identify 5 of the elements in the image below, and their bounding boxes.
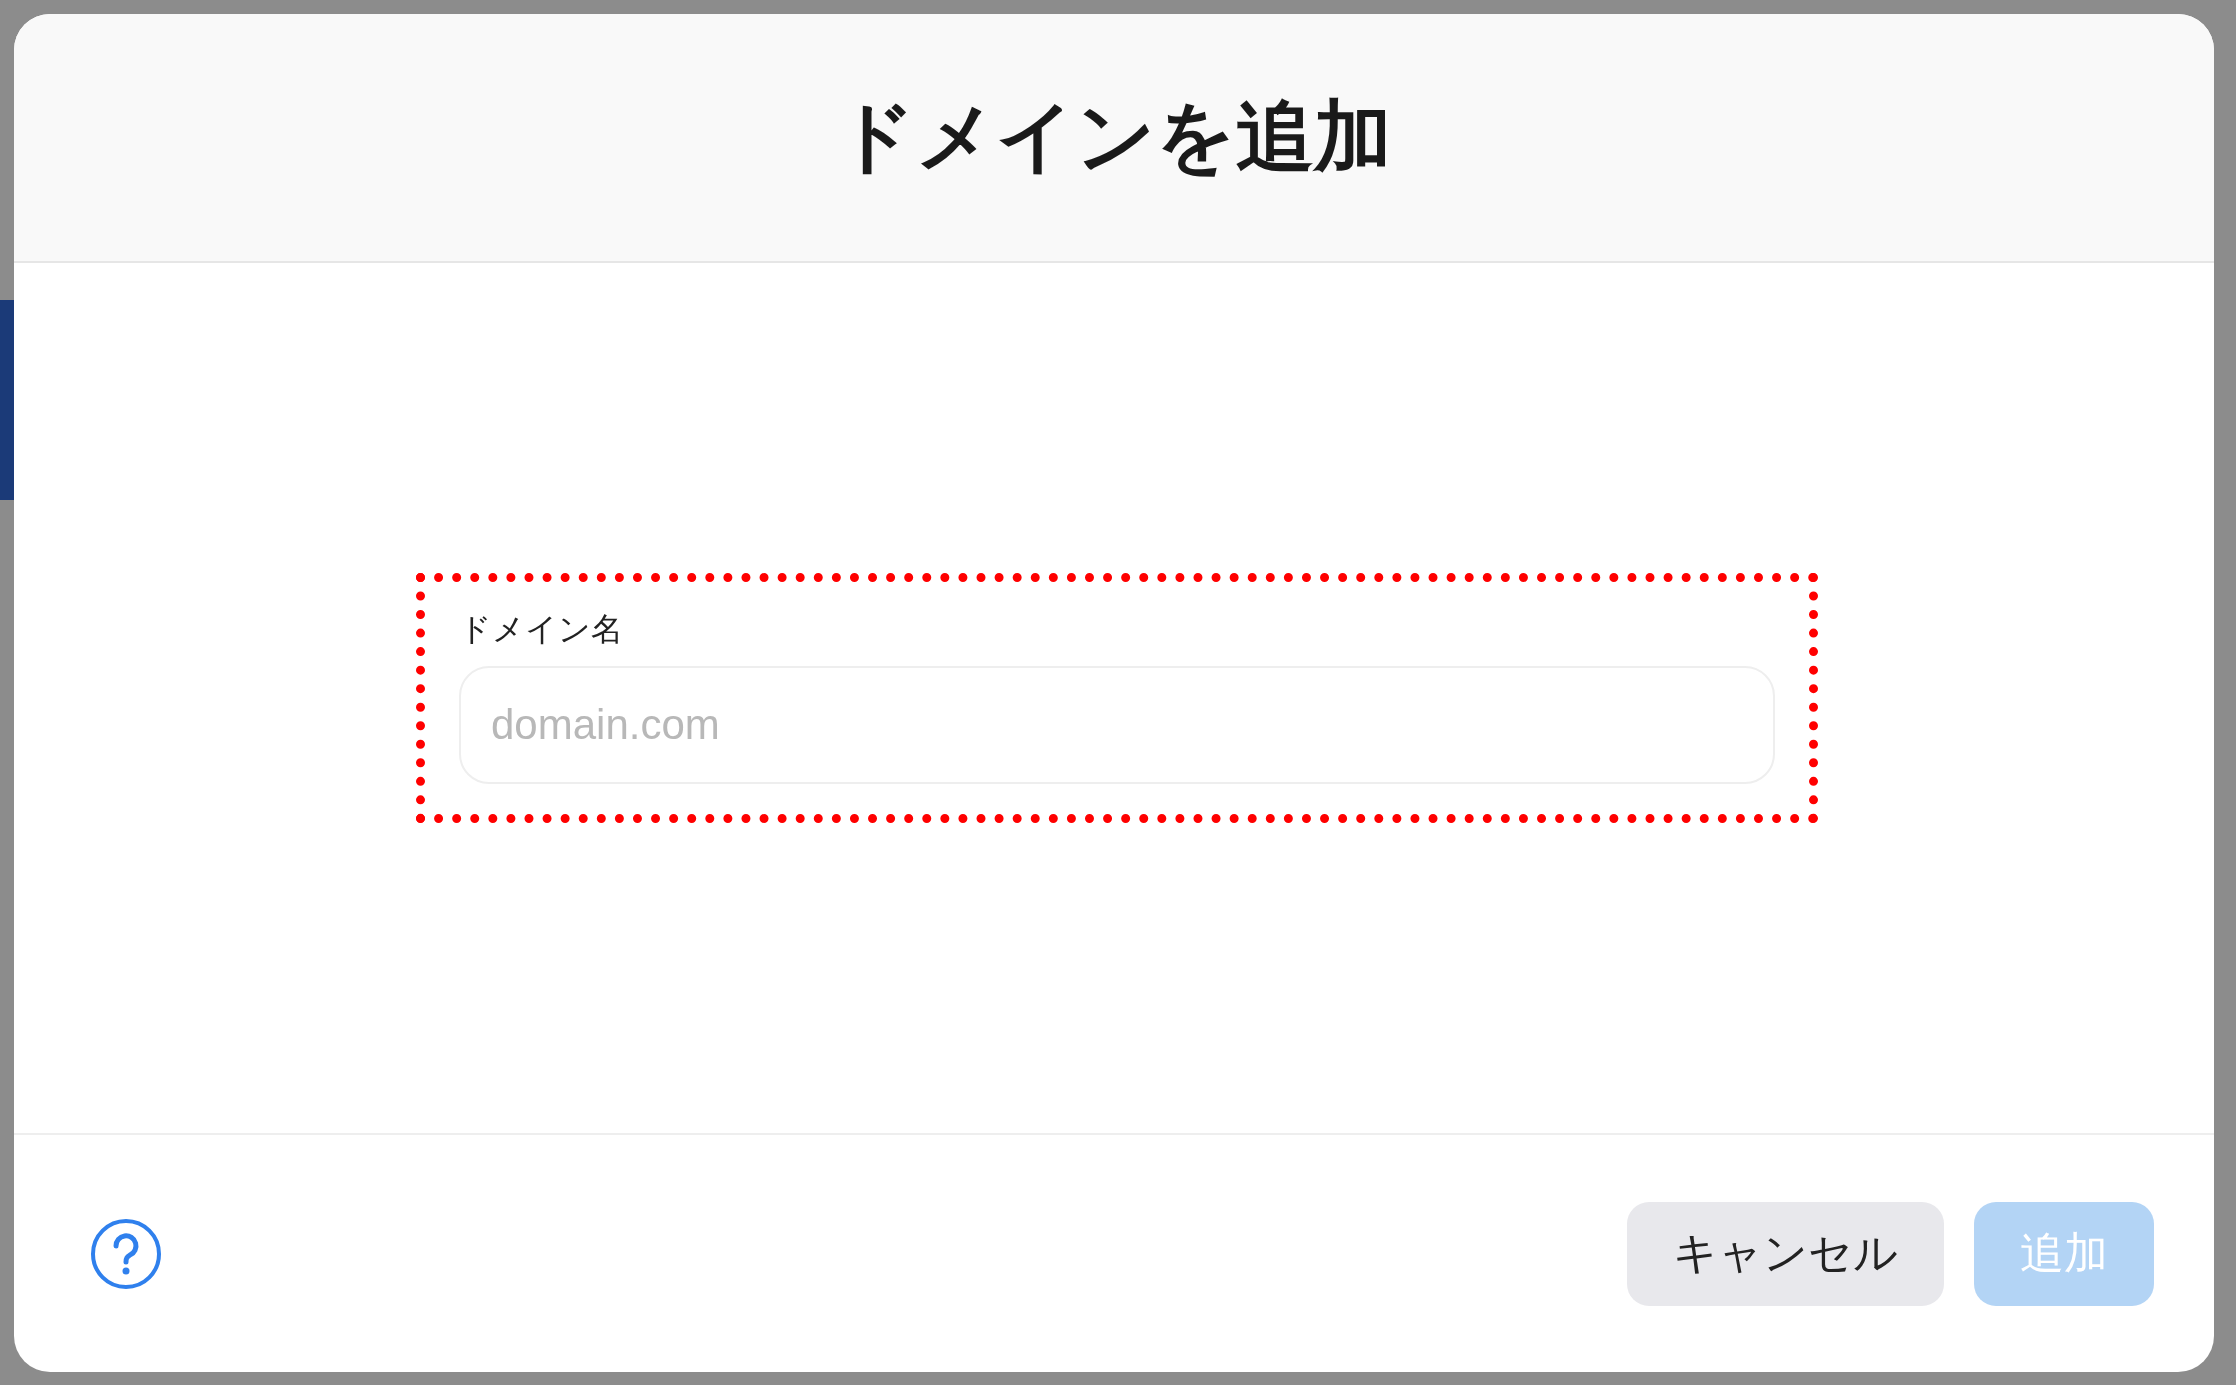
field-label: ドメイン名 bbox=[459, 609, 624, 650]
dialog-title: ドメインを追加 bbox=[836, 90, 1392, 183]
help-icon[interactable] bbox=[90, 1217, 162, 1290]
domain-input-field[interactable]: domain.com bbox=[459, 666, 1775, 784]
cancel-button[interactable]: キャンセル bbox=[1627, 1201, 1944, 1306]
